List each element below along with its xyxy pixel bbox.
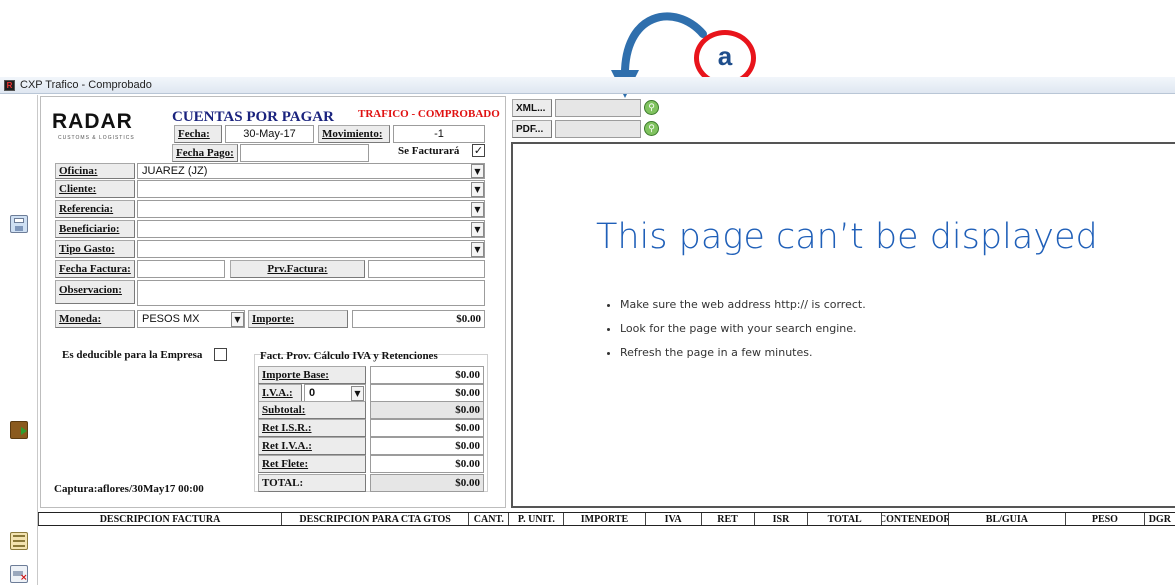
importe-base-button[interactable]: Importe Base:	[258, 366, 366, 384]
pdf-view-icon[interactable]: ⚲	[644, 121, 659, 136]
prv-factura-field[interactable]	[368, 260, 485, 278]
grid-add-icon[interactable]	[10, 532, 28, 550]
total-field: $0.00	[370, 474, 484, 492]
error-tip: Make sure the web address http:// is cor…	[620, 293, 866, 317]
chevron-down-icon[interactable]: ▼	[231, 312, 244, 327]
moneda-select[interactable]: PESOS MX	[137, 310, 245, 328]
fecha-field[interactable]: 30-May-17	[225, 125, 314, 143]
pdf-button[interactable]: PDF...	[512, 120, 552, 138]
observacion-field[interactable]	[137, 280, 485, 306]
ret-iva-field[interactable]: $0.00	[370, 437, 484, 455]
beneficiario-button[interactable]: Beneficiario:	[55, 220, 135, 238]
deducible-checkbox[interactable]	[214, 348, 227, 361]
chevron-down-icon[interactable]: ▼	[471, 202, 484, 217]
invoice-table-header: DESCRIPCION FACTURA DESCRIPCION PARA CTA…	[38, 512, 1175, 526]
page-title: CUENTAS POR PAGAR	[172, 109, 334, 125]
column-header[interactable]: TOTAL	[807, 513, 881, 525]
xml-path-field[interactable]	[555, 99, 641, 117]
exit-door-icon[interactable]	[10, 421, 28, 439]
column-header[interactable]: RET	[700, 513, 754, 525]
invoice-table-body[interactable]	[38, 527, 1175, 585]
importe-button[interactable]: Importe:	[248, 310, 348, 328]
column-header[interactable]: IMPORTE	[563, 513, 644, 525]
xml-button[interactable]: XML...	[512, 99, 552, 117]
save-icon[interactable]	[10, 215, 28, 233]
left-toolbar: ×	[0, 95, 38, 585]
chevron-down-icon[interactable]: ▼	[471, 222, 484, 237]
fecha-pago-field[interactable]	[240, 144, 369, 162]
annotation-letter: a	[717, 40, 733, 71]
chevron-down-icon[interactable]: ▼	[351, 386, 364, 401]
app-icon: R	[4, 79, 15, 91]
importe-field[interactable]: $0.00	[352, 310, 485, 328]
fecha-button[interactable]: Fecha:	[174, 125, 222, 143]
deducible-label: Es deducible para la Empresa	[62, 349, 203, 361]
error-tip: Refresh the page in a few minutes.	[620, 341, 866, 365]
grid-delete-icon[interactable]: ×	[10, 565, 28, 583]
ret-isr-button[interactable]: Ret I.S.R.:	[258, 419, 366, 437]
total-label: TOTAL:	[258, 474, 366, 492]
fecha-factura-field[interactable]	[137, 260, 225, 278]
window-titlebar: R CXP Trafico - Comprobado	[0, 77, 1175, 94]
chevron-down-icon[interactable]: ▼	[471, 242, 484, 257]
importe-base-field[interactable]: $0.00	[370, 366, 484, 384]
column-header[interactable]: ISR	[753, 513, 808, 525]
page-subtitle: TRAFICO - COMPROBADO	[358, 108, 500, 120]
referencia-button[interactable]: Referencia:	[55, 200, 135, 218]
ret-flete-field[interactable]: $0.00	[370, 455, 484, 473]
fecha-pago-button[interactable]: Fecha Pago:	[172, 144, 238, 162]
ret-flete-button[interactable]: Ret Flete:	[258, 455, 366, 473]
column-header[interactable]: DESCRIPCION FACTURA	[38, 513, 281, 525]
ret-isr-field[interactable]: $0.00	[370, 419, 484, 437]
fecha-factura-button[interactable]: Fecha Factura:	[55, 260, 135, 278]
cliente-select[interactable]	[137, 180, 485, 198]
subtotal-field: $0.00	[370, 401, 484, 419]
company-logo: RADAR	[52, 110, 133, 133]
column-header[interactable]: IVA	[644, 513, 701, 525]
subtotal-button[interactable]: Subtotal:	[258, 401, 366, 419]
tipo-gasto-select[interactable]	[137, 240, 485, 258]
se-facturara-checkbox[interactable]: ✓	[472, 144, 485, 157]
iva-field[interactable]: $0.00	[370, 384, 484, 402]
movimiento-field[interactable]: -1	[393, 125, 485, 143]
cliente-button[interactable]: Cliente:	[55, 180, 135, 198]
pdf-path-field[interactable]	[555, 120, 641, 138]
referencia-select[interactable]	[137, 200, 485, 218]
error-tips: Make sure the web address http:// is cor…	[620, 293, 866, 365]
company-logo-tagline: CUSTOMS & LOGISTICS	[58, 135, 135, 141]
chevron-down-icon[interactable]: ▼	[471, 182, 484, 197]
error-tip: Look for the page with your search engin…	[620, 317, 866, 341]
ret-iva-button[interactable]: Ret I.V.A.:	[258, 437, 366, 455]
se-facturara-label: Se Facturará	[398, 145, 460, 157]
tipo-gasto-button[interactable]: Tipo Gasto:	[55, 240, 135, 258]
xml-view-icon[interactable]: ⚲	[644, 100, 659, 115]
error-title: This page can’t be displayed	[596, 217, 1098, 257]
column-header[interactable]: CONTENEDOR	[880, 513, 948, 525]
calc-group-title: Fact. Prov. Cálculo IVA y Retenciones	[260, 350, 438, 362]
movimiento-button[interactable]: Movimiento:	[318, 125, 390, 143]
column-header[interactable]: P. UNIT.	[508, 513, 563, 525]
column-header[interactable]: BL/GUIA	[947, 513, 1066, 525]
window-title: CXP Trafico - Comprobado	[20, 79, 152, 91]
column-header[interactable]: CANT.	[468, 513, 508, 525]
screen: a R CXP Trafico - Comprobado × RADAR CUS…	[0, 0, 1175, 585]
column-header[interactable]: PESO	[1065, 513, 1143, 525]
chevron-down-icon[interactable]: ▼	[471, 164, 484, 178]
oficina-button[interactable]: Oficina:	[55, 163, 135, 179]
observacion-button[interactable]: Observacion:	[55, 280, 135, 304]
captura-info: Captura:aflores/30May17 00:00	[54, 483, 204, 495]
column-header[interactable]: DGR	[1143, 513, 1175, 525]
iva-button[interactable]: I.V.A.:	[258, 384, 302, 402]
beneficiario-select[interactable]	[137, 220, 485, 238]
oficina-select[interactable]: JUAREZ (JZ)	[137, 163, 485, 179]
column-header[interactable]: DESCRIPCION PARA CTA GTOS	[281, 513, 468, 525]
prv-factura-button[interactable]: Prv.Factura:	[230, 260, 365, 278]
moneda-button[interactable]: Moneda:	[55, 310, 135, 328]
